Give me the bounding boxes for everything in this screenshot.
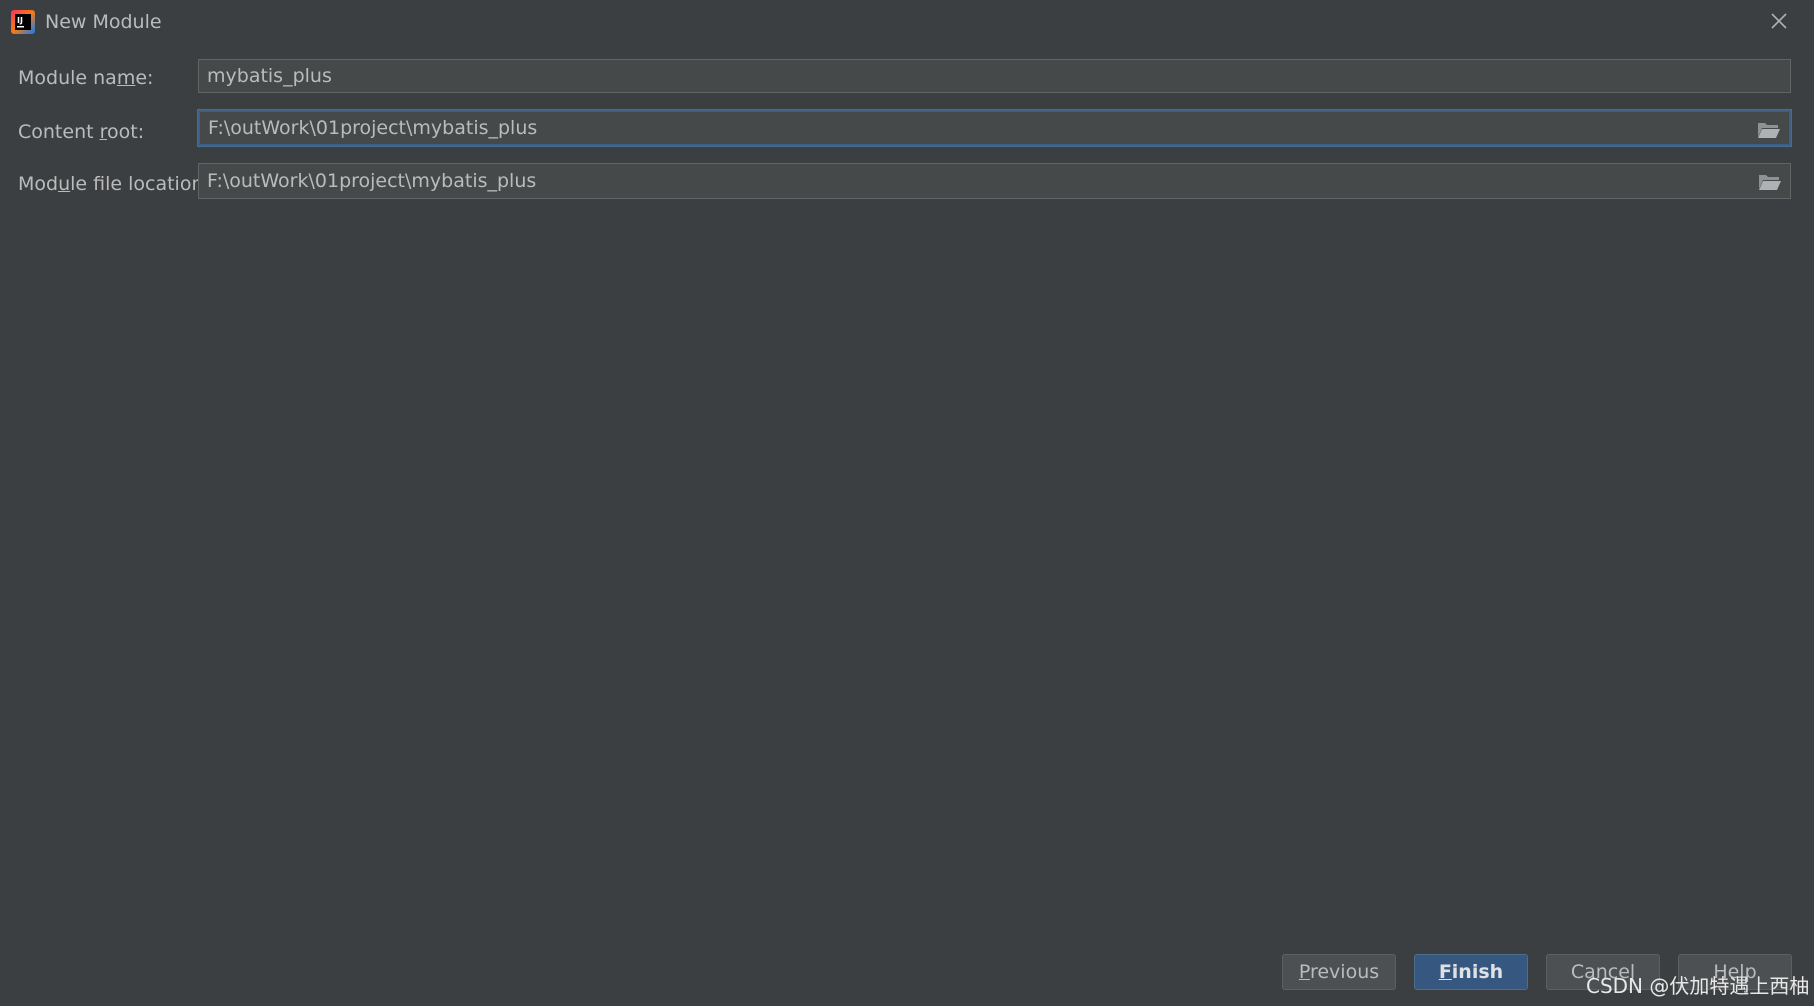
module-file-location-row: Module file location: bbox=[0, 163, 1814, 203]
module-file-location-field[interactable] bbox=[198, 163, 1791, 199]
new-module-dialog: IJ New Module Module name: Content root: bbox=[0, 0, 1814, 1006]
cancel-button[interactable]: Cancel bbox=[1546, 954, 1660, 990]
help-button[interactable]: Help bbox=[1678, 954, 1792, 990]
module-name-field[interactable] bbox=[198, 59, 1791, 93]
module-file-location-input[interactable] bbox=[207, 164, 1737, 198]
intellij-idea-icon: IJ bbox=[11, 10, 35, 34]
folder-open-icon[interactable] bbox=[1757, 120, 1781, 140]
module-file-location-label: Module file location: bbox=[18, 173, 210, 195]
module-name-label: Module name: bbox=[18, 67, 154, 89]
title-bar: IJ New Module bbox=[0, 0, 1814, 44]
svg-text:IJ: IJ bbox=[17, 16, 23, 25]
content-root-label: Content root: bbox=[18, 121, 145, 143]
previous-button[interactable]: Previous bbox=[1282, 954, 1396, 990]
dialog-title: New Module bbox=[45, 11, 162, 33]
content-root-input[interactable] bbox=[208, 112, 1738, 144]
content-root-row: Content root: bbox=[0, 110, 1814, 150]
close-icon[interactable] bbox=[1766, 8, 1792, 34]
content-root-field[interactable] bbox=[198, 110, 1791, 146]
module-name-input[interactable] bbox=[207, 60, 1737, 92]
folder-open-icon[interactable] bbox=[1758, 172, 1782, 192]
module-name-row: Module name: bbox=[0, 59, 1814, 99]
finish-button[interactable]: Finish bbox=[1414, 954, 1528, 990]
